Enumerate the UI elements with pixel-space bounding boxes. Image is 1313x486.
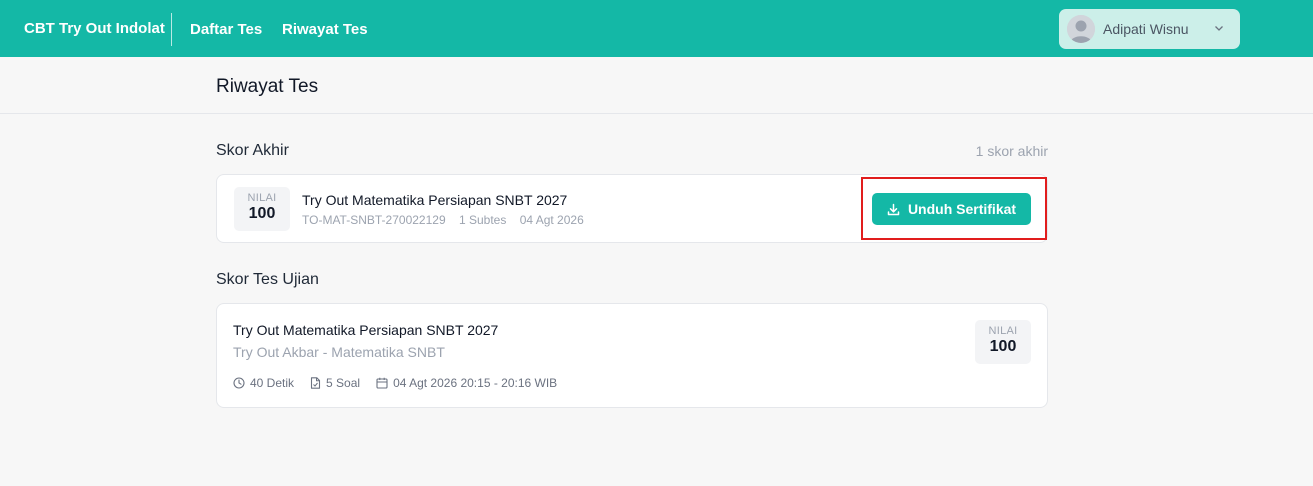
score-label: NILAI [247,192,277,204]
nav-divider [171,13,172,46]
skor-akhir-count: 1 skor akhir [975,143,1048,159]
datetime-meta: 04 Agt 2026 20:15 - 20:16 WIB [376,376,557,390]
section-title-skor-tes-ujian: Skor Tes Ujian [216,271,319,288]
user-name: Adipati Wisnu [1103,21,1189,37]
test-date: 04 Agt 2026 [519,213,584,227]
duration-text: 40 Detik [250,376,295,390]
user-avatar-icon [1067,15,1095,43]
subtest-count: 1 Subtes [458,213,507,227]
test-meta: TO-MAT-SNBT-270022129 1 Subtes 04 Agt 20… [302,213,594,227]
questions-text: 5 Soal [326,376,361,390]
page-title: Riwayat Tes [216,76,319,97]
highlight-box [861,177,1047,240]
top-navbar: CBT Try Out Indolat Daftar Tes Riwayat T… [0,0,1313,57]
user-menu-dropdown[interactable]: Adipati Wisnu [1059,9,1240,49]
calendar-icon [376,377,388,389]
clock-icon [233,377,245,389]
brand-logo-text[interactable]: CBT Try Out Indolat [24,20,165,37]
score-badge: NILAI 100 [234,187,290,231]
chevron-down-icon [1215,26,1223,31]
page-header: Riwayat Tes [0,57,1313,114]
score-value: 100 [248,205,276,222]
score-badge: NILAI 100 [975,320,1031,364]
test-title: Try Out Matematika Persiapan SNBT 2027 [233,322,499,338]
test-subtitle: Try Out Akbar - Matematika SNBT [233,344,445,360]
test-meta: 40 Detik 5 Soal 04 Agt 2026 20:15 - 20:1… [233,376,573,390]
nav-link-riwayat-tes[interactable]: Riwayat Tes [282,21,368,38]
questions-meta: 5 Soal [310,376,360,390]
duration-meta: 40 Detik [233,376,294,390]
document-icon [310,377,321,389]
test-code: TO-MAT-SNBT-270022129 [302,213,446,227]
score-value: 100 [989,338,1017,355]
section-title-skor-akhir: Skor Akhir [216,142,289,159]
test-title: Try Out Matematika Persiapan SNBT 2027 [302,192,568,208]
test-score-card[interactable]: Try Out Matematika Persiapan SNBT 2027 T… [216,303,1048,408]
nav-link-daftar-tes[interactable]: Daftar Tes [190,21,262,38]
avatar [1067,15,1095,43]
score-label: NILAI [988,325,1018,337]
datetime-text: 04 Agt 2026 20:15 - 20:16 WIB [393,376,558,390]
